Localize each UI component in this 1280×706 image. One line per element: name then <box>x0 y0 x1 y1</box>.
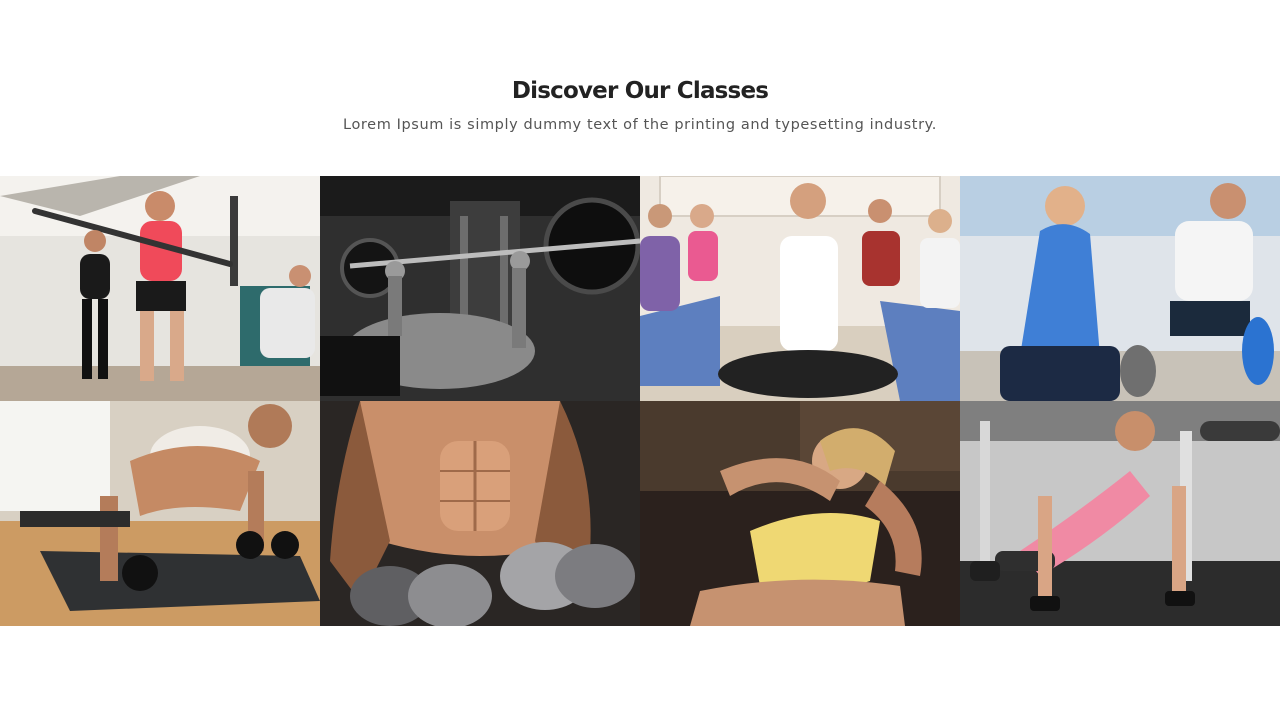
class-tile[interactable] <box>0 401 320 626</box>
class-tile[interactable] <box>640 176 960 401</box>
yoga-class-meditation-photo <box>640 176 960 401</box>
group-fitness-bar-squat-photo <box>0 176 320 401</box>
class-tile[interactable] <box>960 401 1280 626</box>
pushup-gym-woman-photo <box>960 401 1280 626</box>
class-tile[interactable] <box>960 176 1280 401</box>
section-title: Discover Our Classes <box>511 78 769 104</box>
class-tile[interactable] <box>0 176 320 401</box>
bench-press-barbell-photo <box>320 176 640 401</box>
classes-gallery <box>0 176 1280 626</box>
class-tile[interactable] <box>320 176 640 401</box>
dumbbell-pushup-woman-photo <box>0 401 320 626</box>
couple-stretching-photo <box>960 176 1280 401</box>
crunch-exercise-woman-photo <box>640 401 960 626</box>
class-tile[interactable] <box>640 401 960 626</box>
muscular-man-dumbbells-photo <box>320 401 640 626</box>
section-subtitle: Lorem Ipsum is simply dummy text of the … <box>343 117 937 133</box>
class-tile[interactable] <box>320 401 640 626</box>
